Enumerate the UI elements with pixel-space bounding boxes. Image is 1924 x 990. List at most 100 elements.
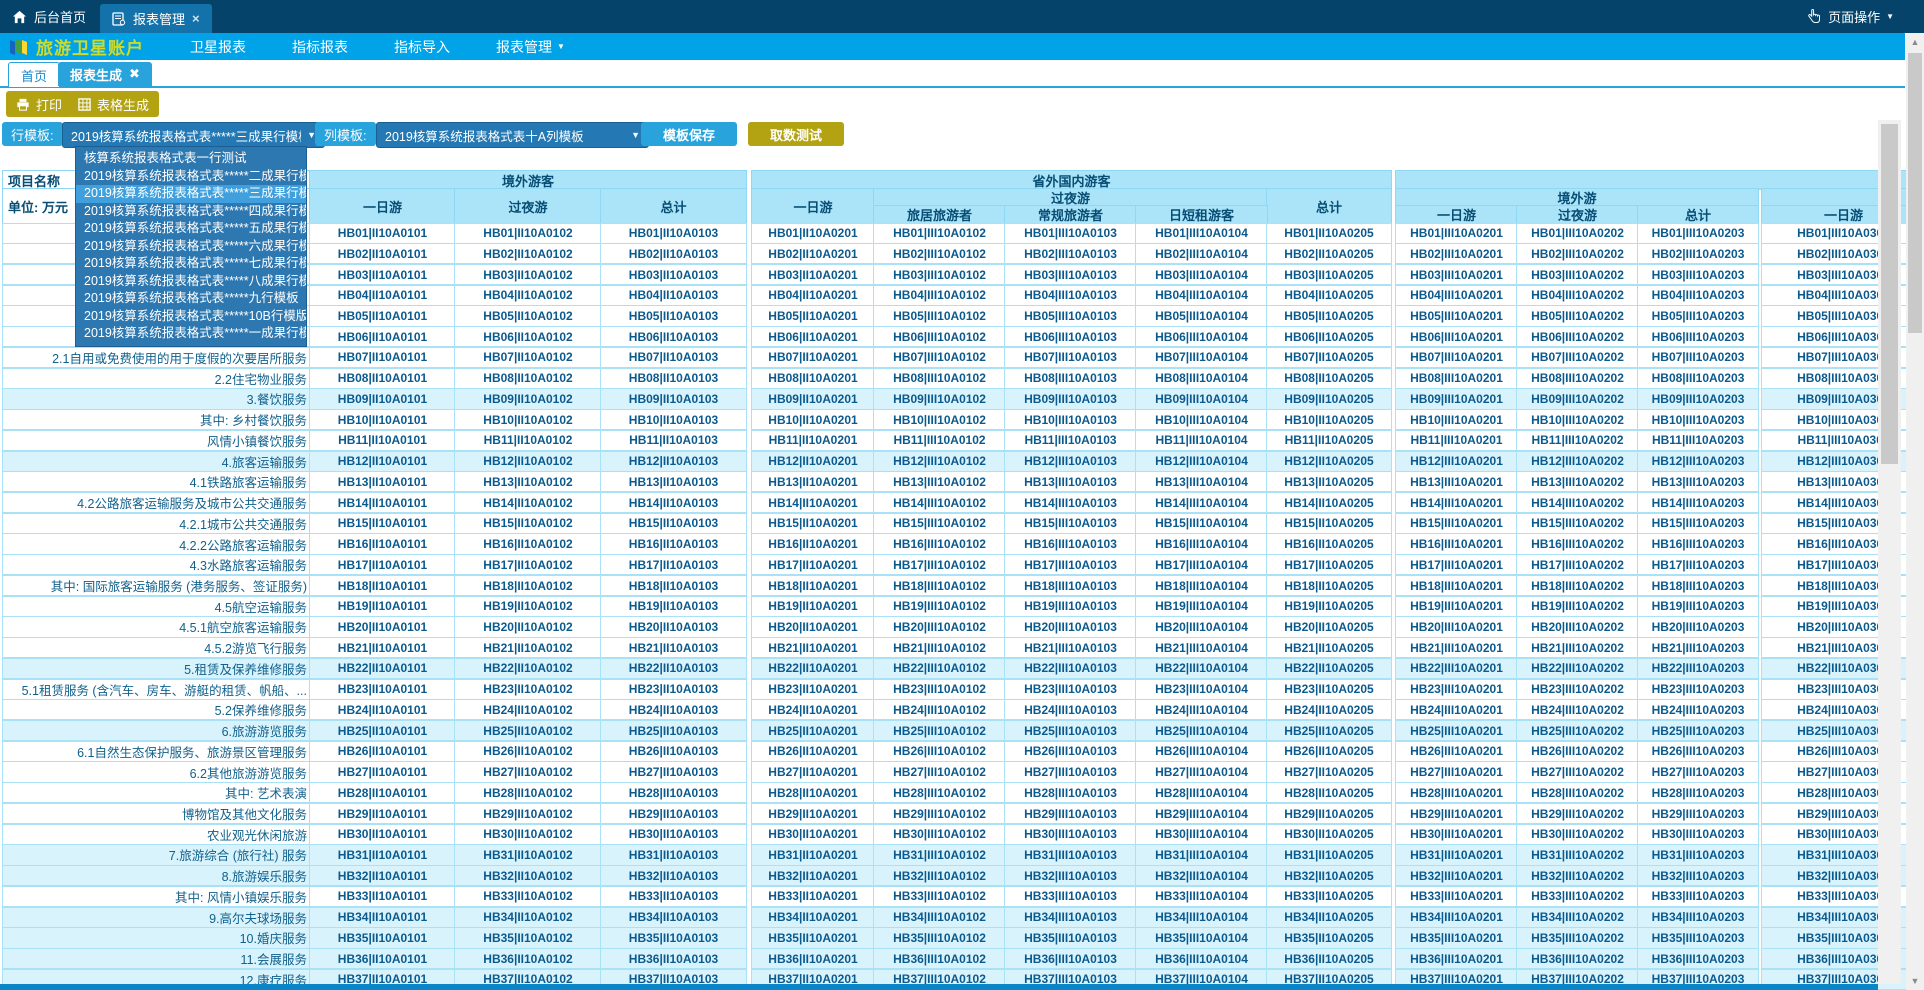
dropdown-option[interactable]: 2019核算系统报表格式表*****九行模板: [76, 290, 306, 308]
code-cell: HB09|III10A0104: [1135, 388, 1268, 409]
code-cell: HB29|II10A0201: [751, 803, 875, 824]
code-cell: HB25|III10A0102: [873, 720, 1006, 741]
page-scrollbar-thumb[interactable]: [1908, 53, 1922, 333]
table-generate-button[interactable]: 表格生成: [68, 91, 159, 117]
close-tab-icon[interactable]: ×: [192, 11, 200, 26]
table-vertical-scrollbar[interactable]: [1878, 120, 1901, 984]
code-cell: HB03|III10A0202: [1516, 264, 1639, 285]
row-label-cell: 2.2住宅物业服务: [2, 368, 314, 389]
tab-report-generation[interactable]: 报表生成 ✖: [58, 62, 152, 86]
code-cell: HB26|III10A0103: [1004, 741, 1137, 762]
nav-item-2[interactable]: 指标导入: [394, 37, 450, 57]
report-tab-icon: [112, 12, 126, 26]
code-cell: HB27|III10A0201: [1395, 761, 1518, 782]
code-cell: HB34|II10A0205: [1266, 907, 1392, 928]
code-cell: HB05|II10A0102: [454, 305, 602, 326]
code-cell: HB03|II10A0102: [454, 264, 602, 285]
code-cell: HB19|III10A0202: [1516, 596, 1639, 617]
scroll-down-icon[interactable]: ▼: [1906, 972, 1924, 990]
code-cell: HB34|III10A0202: [1516, 907, 1639, 928]
code-cell: HB08|II10A0205: [1266, 368, 1392, 389]
row-label-cell: 4.2公路旅客运输服务及城市公共交通服务: [2, 492, 314, 513]
table-row: 农业观光休闲旅游HB30|II10A0101HB30|II10A0102HB30…: [0, 823, 1924, 844]
dropdown-option[interactable]: 2019核算系统报表格式表*****七成果行模板: [76, 255, 306, 273]
code-cell: HB34|III10A0103: [1004, 907, 1137, 928]
code-cell: HB35|III10A0103: [1004, 927, 1137, 948]
code-cell: HB10|III10A0202: [1516, 409, 1639, 430]
table-row: 2.2住宅物业服务HB08|II10A0101HB08|II10A0102HB0…: [0, 367, 1924, 388]
code-cell: HB33|III10A0202: [1516, 886, 1639, 907]
print-label: 打印: [36, 95, 62, 114]
code-cell: HB05|II10A0103: [600, 305, 747, 326]
code-cell: HB24|III10A0202: [1516, 699, 1639, 720]
row-label-cell: 5.1租赁服务 (含汽车、房车、游艇的租赁、帆船、...: [2, 679, 314, 700]
code-cell: HB16|III10A0102: [873, 533, 1006, 554]
code-cell: HB35|II10A0205: [1266, 927, 1392, 948]
tab-home[interactable]: 首页: [8, 62, 60, 87]
dropdown-option[interactable]: 2019核算系统报表格式表*****八成果行模板: [76, 273, 306, 291]
report-management-window-tab[interactable]: 报表管理 ×: [100, 4, 212, 33]
code-cell: HB05|III10A0102: [873, 305, 1006, 326]
page-vertical-scrollbar[interactable]: ▲ ▼: [1906, 33, 1924, 990]
code-cell: HB18|III10A0203: [1637, 575, 1759, 596]
code-cell: HB14|II10A0205: [1266, 492, 1392, 513]
dropdown-option[interactable]: 2019核算系统报表格式表*****三成果行模板: [76, 185, 306, 203]
row-template-value: 2019核算系统报表格式表*****三成果行模板: [71, 126, 301, 145]
nav-item-3[interactable]: 报表管理▼: [496, 37, 565, 57]
dropdown-option[interactable]: 2019核算系统报表格式表*****一成果行模板: [76, 325, 306, 343]
backend-home-link[interactable]: 后台首页: [12, 0, 86, 33]
code-cell: HB28|II10A0102: [454, 782, 602, 803]
code-cell: HB13|III10A0203: [1637, 471, 1759, 492]
code-cell: HB25|III10A0202: [1516, 720, 1639, 741]
table-row: 其中: 国际旅客运输服务 (港务服务、签证服务)HB18|II10A0101HB…: [0, 574, 1924, 595]
dropdown-option[interactable]: 核算系统报表格式表一行测试: [76, 150, 306, 168]
nav-item-1[interactable]: 指标报表: [292, 37, 348, 57]
fetch-test-button[interactable]: 取数测试: [748, 122, 844, 146]
template-save-button[interactable]: 模板保存: [641, 122, 737, 146]
code-cell: HB05|II10A0101: [309, 305, 456, 326]
col-template-value: 2019核算系统报表格式表十A列模板: [385, 126, 625, 145]
nav-item-0[interactable]: 卫星报表: [190, 37, 246, 57]
row-label-cell: 9.高尔夫球场服务: [2, 907, 314, 928]
code-cell: HB21|III10A0201: [1395, 637, 1518, 658]
code-cell: HB19|II10A0201: [751, 596, 875, 617]
code-cell: HB07|II10A0201: [751, 347, 875, 368]
code-cell: HB12|II10A0201: [751, 451, 875, 472]
code-cell: HB14|II10A0201: [751, 492, 875, 513]
code-cell: HB23|III10A0102: [873, 679, 1006, 700]
code-cell: HB03|III10A0103: [1004, 264, 1137, 285]
code-cell: HB29|III10A0202: [1516, 803, 1639, 824]
dropdown-option[interactable]: 2019核算系统报表格式表*****10B行模版: [76, 308, 306, 326]
code-cell: HB21|III10A0202: [1516, 637, 1639, 658]
code-cell: HB12|III10A0102: [873, 451, 1006, 472]
code-cell: HB24|III10A0201: [1395, 699, 1518, 720]
code-cell: HB23|III10A0104: [1135, 679, 1268, 700]
dropdown-option[interactable]: 2019核算系统报表格式表*****二成果行模板: [76, 168, 306, 186]
close-icon[interactable]: ✖: [129, 66, 140, 82]
table-row: 6.2其他旅游游览服务HB27|II10A0101HB27|II10A0102H…: [0, 761, 1924, 782]
col-template-select[interactable]: 2019核算系统报表格式表十A列模板 ▼: [376, 122, 649, 148]
backend-home-label: 后台首页: [34, 7, 86, 26]
page-actions-menu[interactable]: 页面操作 ▼: [1805, 0, 1894, 33]
code-cell: HB30|III10A0201: [1395, 824, 1518, 845]
dropdown-option[interactable]: 2019核算系统报表格式表*****六成果行模板: [76, 238, 306, 256]
code-cell: HB16|II10A0102: [454, 533, 602, 554]
dropdown-option[interactable]: 2019核算系统报表格式表*****四成果行模板: [76, 203, 306, 221]
code-cell: HB22|II10A0101: [309, 658, 456, 679]
code-cell: HB04|III10A0201: [1395, 285, 1518, 306]
code-cell: HB09|III10A0201: [1395, 388, 1518, 409]
scroll-up-icon[interactable]: ▲: [1906, 33, 1924, 51]
code-cell: HB34|II10A0103: [600, 907, 747, 928]
code-cell: HB17|III10A0201: [1395, 554, 1518, 575]
code-cell: HB36|II10A0205: [1266, 948, 1392, 969]
code-cell: HB04|III10A0104: [1135, 285, 1268, 306]
code-cell: HB34|III10A0104: [1135, 907, 1268, 928]
dropdown-option[interactable]: 2019核算系统报表格式表*****五成果行模板: [76, 220, 306, 238]
table-scrollbar-thumb[interactable]: [1881, 124, 1898, 464]
code-cell: HB17|II10A0201: [751, 554, 875, 575]
row-template-select[interactable]: 2019核算系统报表格式表*****三成果行模板 ▼: [62, 122, 325, 148]
print-button[interactable]: 打印: [6, 91, 72, 117]
code-cell: HB28|III10A0202: [1516, 782, 1639, 803]
code-cell: HB31|III10A0202: [1516, 844, 1639, 865]
code-cell: HB16|III10A0103: [1004, 533, 1137, 554]
